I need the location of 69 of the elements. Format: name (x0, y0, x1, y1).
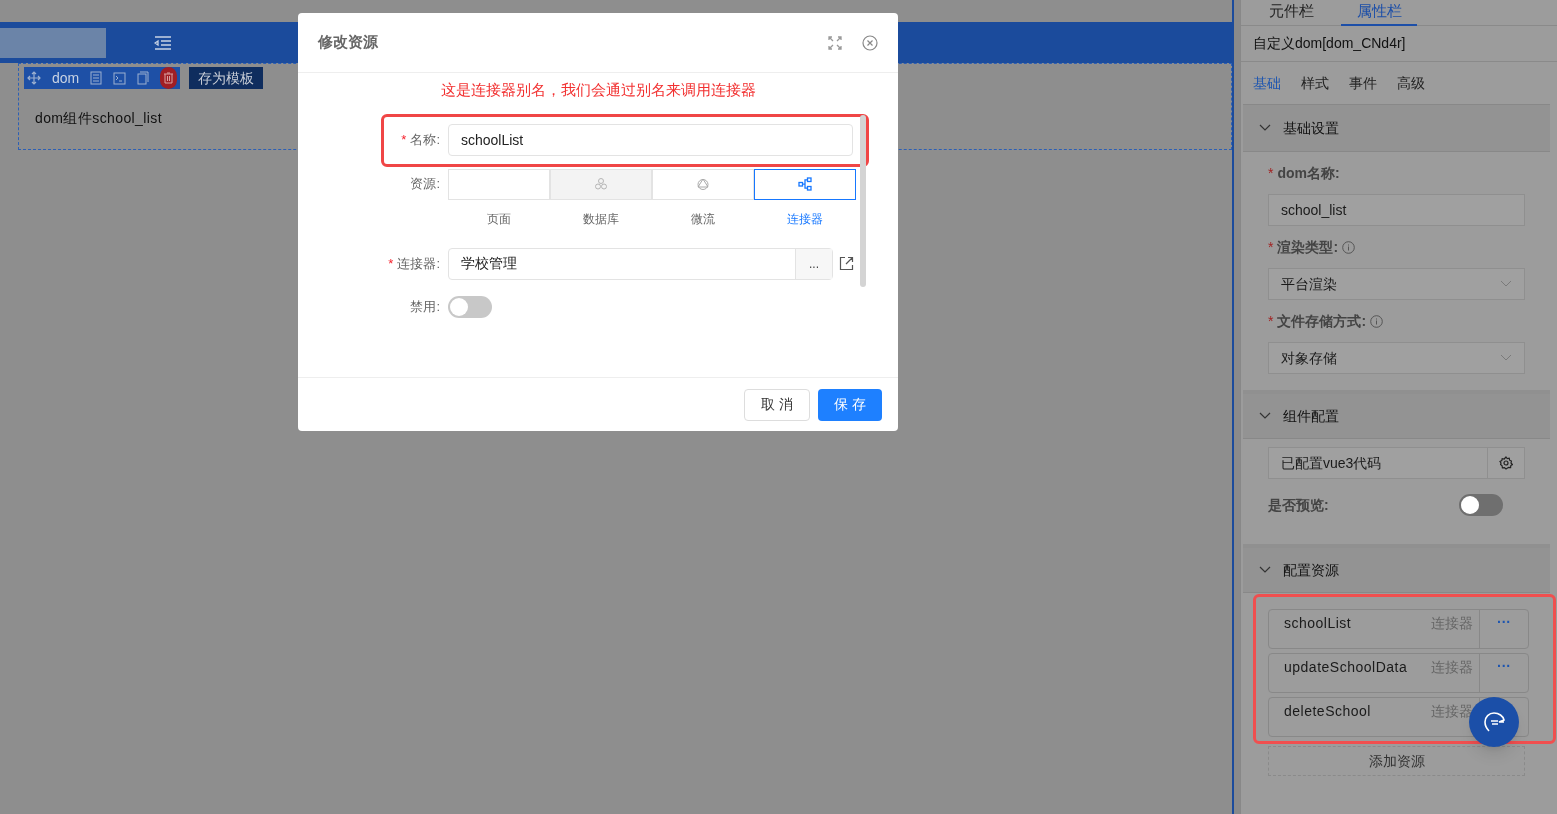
menu-icon[interactable] (154, 35, 172, 50)
required-mark: * (1268, 163, 1274, 183)
field-label: 是否预览: (1268, 495, 1329, 515)
resource-type-tile[interactable] (754, 168, 856, 200)
terminal-icon[interactable] (113, 71, 127, 85)
info-icon[interactable] (1370, 314, 1384, 328)
resource-type-label: 连接器 (786, 210, 824, 228)
code-field[interactable]: 已配置vue3代码 (1268, 447, 1525, 479)
required-mark: * (388, 254, 394, 273)
resource-type-label: 数据库 (582, 210, 620, 228)
dialog-title: 修改资源 (318, 32, 378, 53)
settings-icon[interactable] (1499, 456, 1513, 470)
field-label: 连接器: (397, 254, 440, 273)
required-mark: * (1268, 237, 1274, 257)
chevron-down-icon (1500, 354, 1512, 362)
field-label: 文件存储方式: (1277, 311, 1367, 331)
property-tab[interactable]: 高级 (1397, 72, 1425, 94)
delete-button[interactable] (160, 67, 178, 89)
external-link-icon[interactable] (839, 256, 854, 271)
connector-field[interactable]: 学校管理 ... (448, 247, 833, 280)
chevron-down-icon[interactable] (1259, 566, 1271, 574)
select-field[interactable]: 平台渲染 (1268, 268, 1525, 300)
save-button[interactable]: 保 存 (818, 388, 882, 421)
document-icon[interactable] (90, 71, 103, 85)
hint-text: 这是连接器别名，我们会通过别名来调用连接器 (439, 80, 757, 100)
required-mark: * (1268, 311, 1274, 331)
component-text: dom组件school_list (35, 109, 163, 128)
resource-name: schoolList (1283, 614, 1353, 633)
section-header[interactable]: 配置资源 (1243, 548, 1550, 593)
field-label: dom名称: (1277, 163, 1340, 183)
cancel-button[interactable]: 取 消 (744, 388, 811, 421)
field-value: 已配置vue3代码 (1280, 453, 1383, 473)
side-tab[interactable]: 元件栏 (1253, 0, 1329, 26)
move-icon[interactable] (27, 71, 41, 85)
preview-switch[interactable] (1459, 494, 1503, 516)
close-icon[interactable] (862, 34, 878, 51)
field-label: 渲染类型: (1277, 237, 1339, 257)
field-value: 学校管理 (460, 254, 518, 273)
property-tab[interactable]: 事件 (1349, 72, 1377, 94)
select-field[interactable]: 对象存储 (1268, 342, 1525, 374)
resource-type-label: 微流 (690, 210, 716, 228)
chevron-down-icon[interactable] (1259, 124, 1271, 132)
chevron-down-icon[interactable] (1259, 412, 1271, 420)
component-label: dom (52, 68, 80, 88)
required-mark: * (401, 131, 407, 150)
resource-name: updateSchoolData (1283, 658, 1409, 677)
cluster-icon (594, 177, 608, 191)
name-input[interactable]: schoolList (448, 124, 853, 156)
input-field[interactable]: school_list (1268, 194, 1525, 226)
nodes-icon (798, 177, 812, 191)
splitter-bar[interactable] (1232, 0, 1240, 814)
browse-button[interactable]: ... (795, 248, 832, 279)
resource-type-label: 页面 (486, 210, 512, 228)
field-label: 资源: (409, 174, 440, 193)
field-label: 禁用: (409, 297, 440, 316)
section-header[interactable]: 组件配置 (1243, 394, 1550, 439)
add-resource-button[interactable]: 添加资源 (1268, 746, 1525, 776)
field-label: 名称: (410, 131, 440, 150)
chevron-down-icon (1500, 280, 1512, 288)
trash-icon (163, 72, 175, 84)
panel-title: 自定义dom[dom_CNd4r] (1241, 26, 1557, 62)
fullscreen-icon[interactable] (828, 35, 842, 50)
section-header[interactable]: 基础设置 (1243, 105, 1550, 152)
save-template-button[interactable]: 存为模板 (189, 67, 264, 89)
resource-name: deleteSchool (1283, 702, 1372, 721)
copy-icon[interactable] (137, 71, 150, 85)
info-icon[interactable] (1342, 240, 1356, 254)
property-tab[interactable]: 样式 (1301, 72, 1329, 94)
cycle-icon (696, 177, 710, 191)
